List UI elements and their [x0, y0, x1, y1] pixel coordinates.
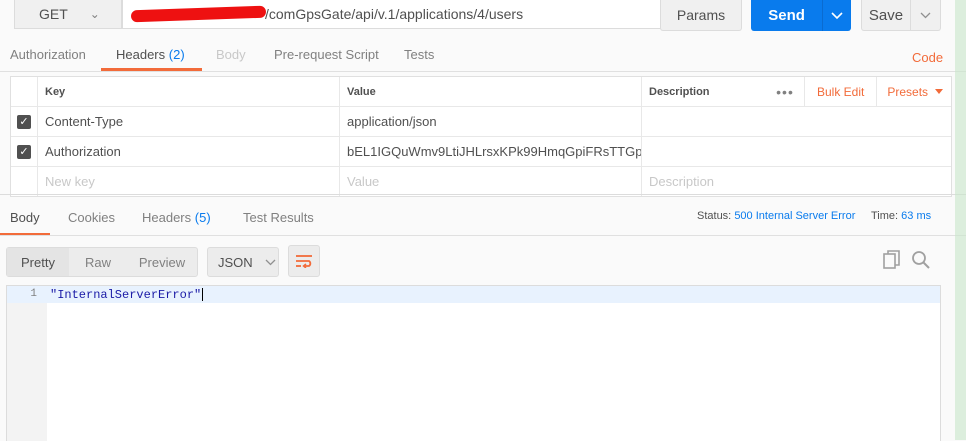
- save-button-group: Save: [861, 0, 941, 31]
- divider: [0, 194, 966, 195]
- search-icon: [912, 251, 930, 269]
- view-pretty-button[interactable]: Pretty: [7, 248, 69, 276]
- header-description-cell[interactable]: [642, 137, 951, 166]
- editor-gutter: [7, 286, 47, 441]
- header-value-cell[interactable]: bEL1IGQuWmv9LtiJHLrsxKPk99HmqGpiFRsTTGpZ…: [340, 137, 642, 166]
- view-raw-button[interactable]: Raw: [69, 248, 127, 276]
- header-checkbox-cell: [11, 77, 38, 106]
- text-cursor: [202, 288, 204, 302]
- tab-headers-count: (2): [168, 47, 185, 62]
- header-key-cell[interactable]: Authorization: [38, 137, 340, 166]
- copy-button[interactable]: [882, 250, 902, 273]
- code-link[interactable]: Code: [912, 50, 943, 65]
- search-button[interactable]: [911, 250, 931, 273]
- checkbox-checked-icon: ✓: [17, 144, 31, 159]
- format-label: JSON: [218, 254, 253, 270]
- table-header-row: Key Value Description ••• Bulk Edit Pres…: [11, 77, 951, 107]
- view-mode-group: Pretty Raw Preview: [6, 247, 198, 277]
- chevron-down-icon: [265, 259, 276, 265]
- presets-button[interactable]: Presets: [877, 85, 946, 99]
- copy-icon: [883, 250, 900, 269]
- save-dropdown-button[interactable]: [910, 0, 940, 30]
- table-actions: ••• Bulk Edit Presets: [766, 77, 946, 106]
- new-header-row: New key Value Description: [11, 167, 951, 196]
- checkbox-checked-icon: ✓: [17, 114, 31, 129]
- column-header-value: Value: [340, 77, 642, 106]
- new-key-input[interactable]: New key: [38, 167, 340, 196]
- response-tab-headers-label: Headers: [142, 210, 192, 225]
- chevron-down-icon: ⌄: [89, 7, 100, 21]
- caret-down-icon: [935, 88, 944, 94]
- column-header-key: Key: [38, 77, 340, 106]
- empty-checkbox-cell: [11, 167, 38, 196]
- row-checkbox[interactable]: ✓: [11, 137, 38, 166]
- status-label: Status:: [697, 210, 732, 222]
- row-checkbox[interactable]: ✓: [11, 107, 38, 136]
- divider: [0, 235, 966, 236]
- table-row: ✓ Content-Type application/json: [11, 107, 951, 137]
- time-value[interactable]: 63 ms: [901, 210, 931, 222]
- tab-body[interactable]: Body: [216, 47, 246, 62]
- bulk-edit-button[interactable]: Bulk Edit: [804, 77, 878, 106]
- line-number: 1: [30, 288, 37, 300]
- params-button[interactable]: Params: [660, 0, 742, 31]
- response-tab-headers[interactable]: Headers (5): [142, 210, 211, 225]
- divider: [0, 71, 966, 72]
- url-text: /comGpsGate/api/v.1/applications/4/users: [265, 6, 524, 22]
- response-body-editor[interactable]: 1 "InternalServerError": [6, 285, 941, 441]
- new-value-input[interactable]: Value: [340, 167, 642, 196]
- chevron-down-icon: [920, 12, 931, 18]
- header-value-cell[interactable]: application/json: [340, 107, 642, 136]
- more-options-button[interactable]: •••: [766, 84, 804, 100]
- response-tab-test-results[interactable]: Test Results: [243, 210, 314, 225]
- tab-headers-label: Headers: [116, 47, 166, 62]
- response-tab-cookies[interactable]: Cookies: [68, 210, 115, 225]
- tab-headers[interactable]: Headers (2): [116, 47, 185, 62]
- save-button[interactable]: Save: [862, 0, 910, 30]
- new-description-input[interactable]: Description: [642, 167, 951, 196]
- column-header-description-label: Description: [649, 85, 710, 98]
- chevron-down-icon: [831, 11, 843, 19]
- presets-label: Presets: [887, 84, 929, 99]
- tab-authorization[interactable]: Authorization: [10, 47, 86, 62]
- response-status: Status: 500 Internal Server Error: [697, 210, 855, 222]
- response-tab-headers-count: (5): [194, 210, 211, 225]
- method-select[interactable]: GET ⌄: [14, 0, 122, 29]
- send-button[interactable]: Send: [751, 0, 822, 31]
- method-label: GET: [39, 6, 68, 22]
- view-preview-button[interactable]: Preview: [127, 248, 197, 276]
- status-value[interactable]: 500 Internal Server Error: [734, 210, 855, 222]
- send-dropdown-button[interactable]: [822, 0, 851, 31]
- response-tab-body[interactable]: Body: [10, 210, 40, 225]
- wrap-lines-button[interactable]: [288, 245, 320, 277]
- code-text: "InternalServerError": [50, 288, 202, 302]
- table-row: ✓ Authorization bEL1IGQuWmv9LtiJHLrsxKPk…: [11, 137, 951, 167]
- header-key-cell[interactable]: Content-Type: [38, 107, 340, 136]
- code-line[interactable]: "InternalServerError": [50, 288, 204, 302]
- redaction-mark: [130, 5, 267, 23]
- time-label: Time:: [871, 210, 899, 222]
- url-input[interactable]: /comGpsGate/api/v.1/applications/4/users: [122, 0, 661, 29]
- send-button-group: Send: [751, 0, 851, 31]
- window-scrollbar[interactable]: [955, 0, 966, 440]
- tab-tests[interactable]: Tests: [404, 47, 434, 62]
- response-time: Time: 63 ms: [871, 210, 931, 222]
- format-select[interactable]: JSON: [207, 247, 279, 277]
- tab-pre-request-script[interactable]: Pre-request Script: [274, 47, 379, 62]
- headers-table: Key Value Description ••• Bulk Edit Pres…: [10, 76, 952, 197]
- header-description-cell[interactable]: [642, 107, 951, 136]
- wrap-lines-icon: [296, 255, 312, 268]
